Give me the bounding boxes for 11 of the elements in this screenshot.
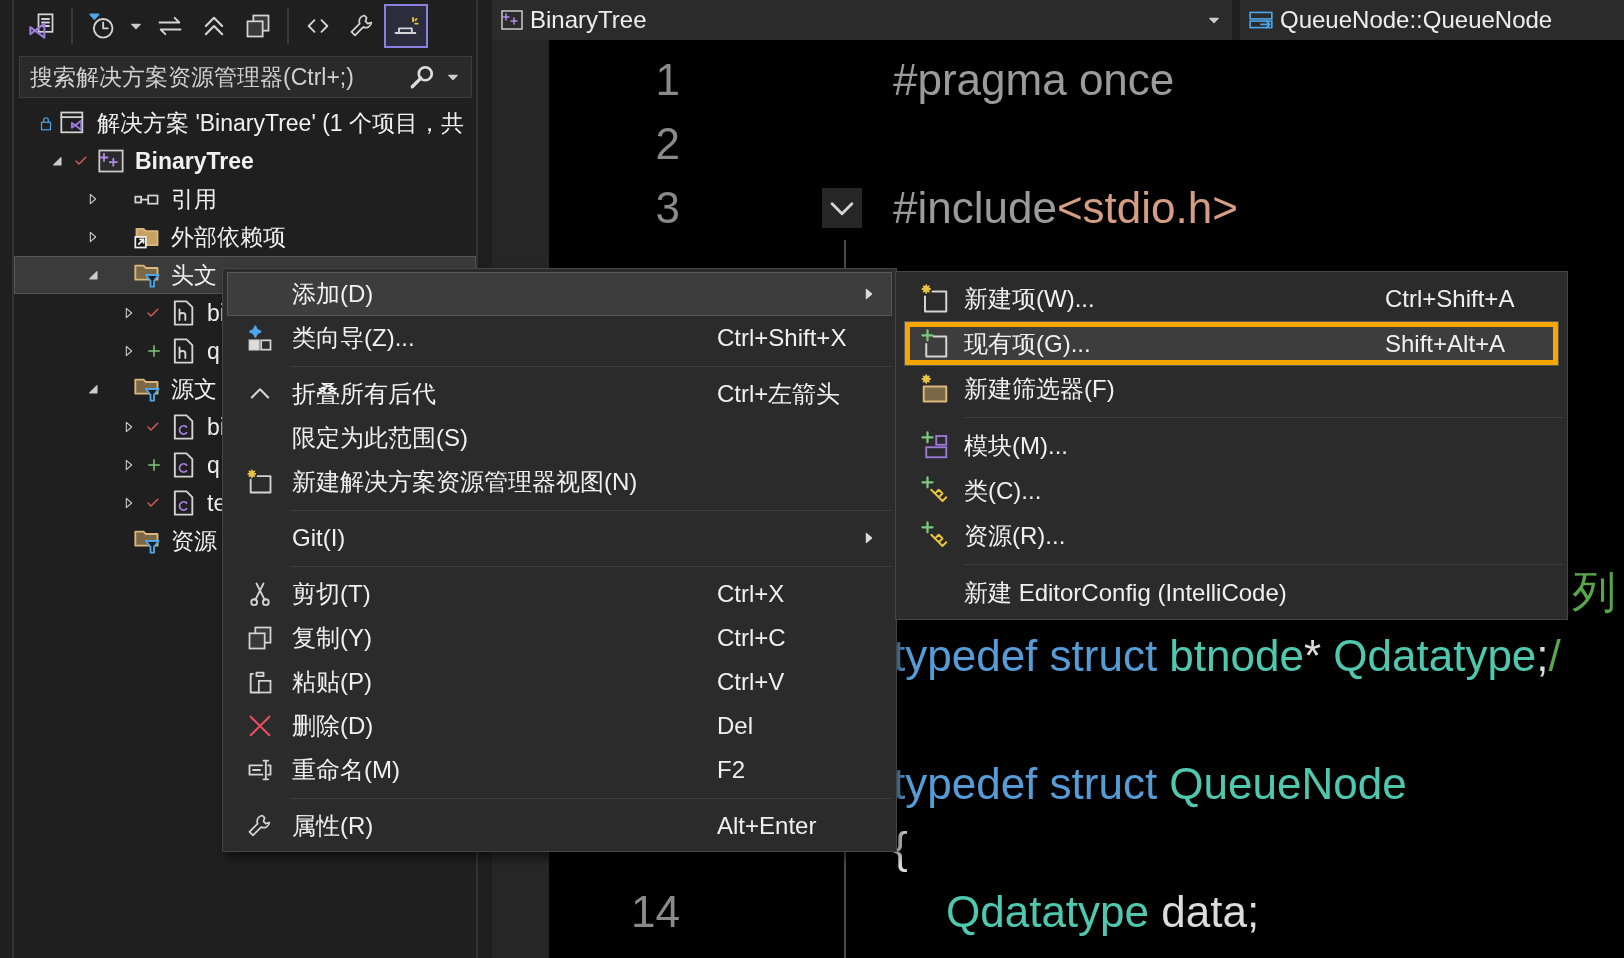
code-line: Qdatatype data; [946, 887, 1260, 937]
code-line: #include<stdio.h> [893, 183, 1238, 233]
code-line: typedef struct QueueNode [893, 759, 1407, 809]
line-number: 3 [655, 183, 680, 232]
code-line: #pragma once [893, 55, 1175, 105]
line-number: 2 [655, 119, 680, 168]
line-number: 14 [631, 887, 680, 936]
code-line: typedef struct btnode* Qdatatype;/ [893, 631, 1561, 681]
code-line: 列 [1572, 565, 1616, 618]
line-number: 1 [655, 55, 680, 104]
code-line: { [893, 823, 908, 873]
